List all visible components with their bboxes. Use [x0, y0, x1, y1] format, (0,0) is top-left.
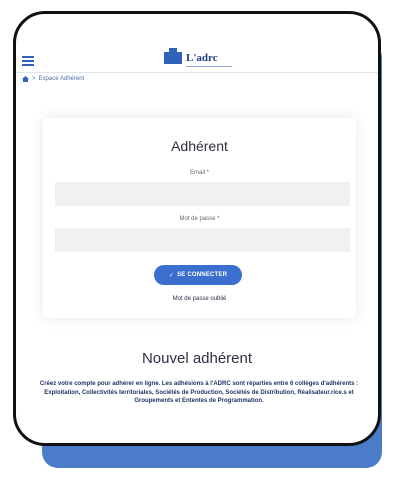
breadcrumb: > Espace Adhérent: [22, 76, 84, 82]
required-mark: *: [217, 216, 220, 222]
email-label: Email *: [43, 170, 356, 176]
header-divider: [16, 72, 378, 73]
password-field[interactable]: [55, 228, 350, 252]
logo-text: L'adrc: [186, 52, 218, 64]
email-field[interactable]: [55, 182, 350, 206]
forgot-password-link[interactable]: Mot de passe oublié: [43, 296, 356, 302]
login-card: Adhérent Email * Mot de passe * ✓ SE CON…: [43, 118, 356, 318]
login-button-label: SE CONNECTER: [177, 272, 228, 278]
logo-mark-icon: [164, 48, 182, 64]
logo-underline: [186, 66, 232, 67]
new-member-description: Créez votre compte pour adhérer en ligne…: [39, 381, 359, 404]
breadcrumb-separator: >: [32, 76, 36, 82]
hamburger-icon[interactable]: [22, 56, 34, 66]
login-button[interactable]: ✓ SE CONNECTER: [154, 265, 242, 285]
check-icon: ✓: [168, 272, 175, 279]
home-icon[interactable]: [22, 76, 29, 82]
breadcrumb-current[interactable]: Espace Adhérent: [39, 76, 85, 82]
required-mark: *: [206, 170, 210, 176]
site-logo[interactable]: L'adrc: [164, 48, 232, 67]
password-label-text: Mot de passe: [179, 216, 216, 222]
email-label-text: Email: [189, 170, 205, 176]
login-title: Adhérent: [171, 138, 228, 154]
device-frame: L'adrc > Espace Adhérent Adhérent Email …: [13, 11, 381, 446]
header: L'adrc > Espace Adhérent: [16, 14, 378, 82]
password-label: Mot de passe *: [43, 216, 356, 222]
new-member-title: Nouvel adhérent: [141, 350, 253, 367]
